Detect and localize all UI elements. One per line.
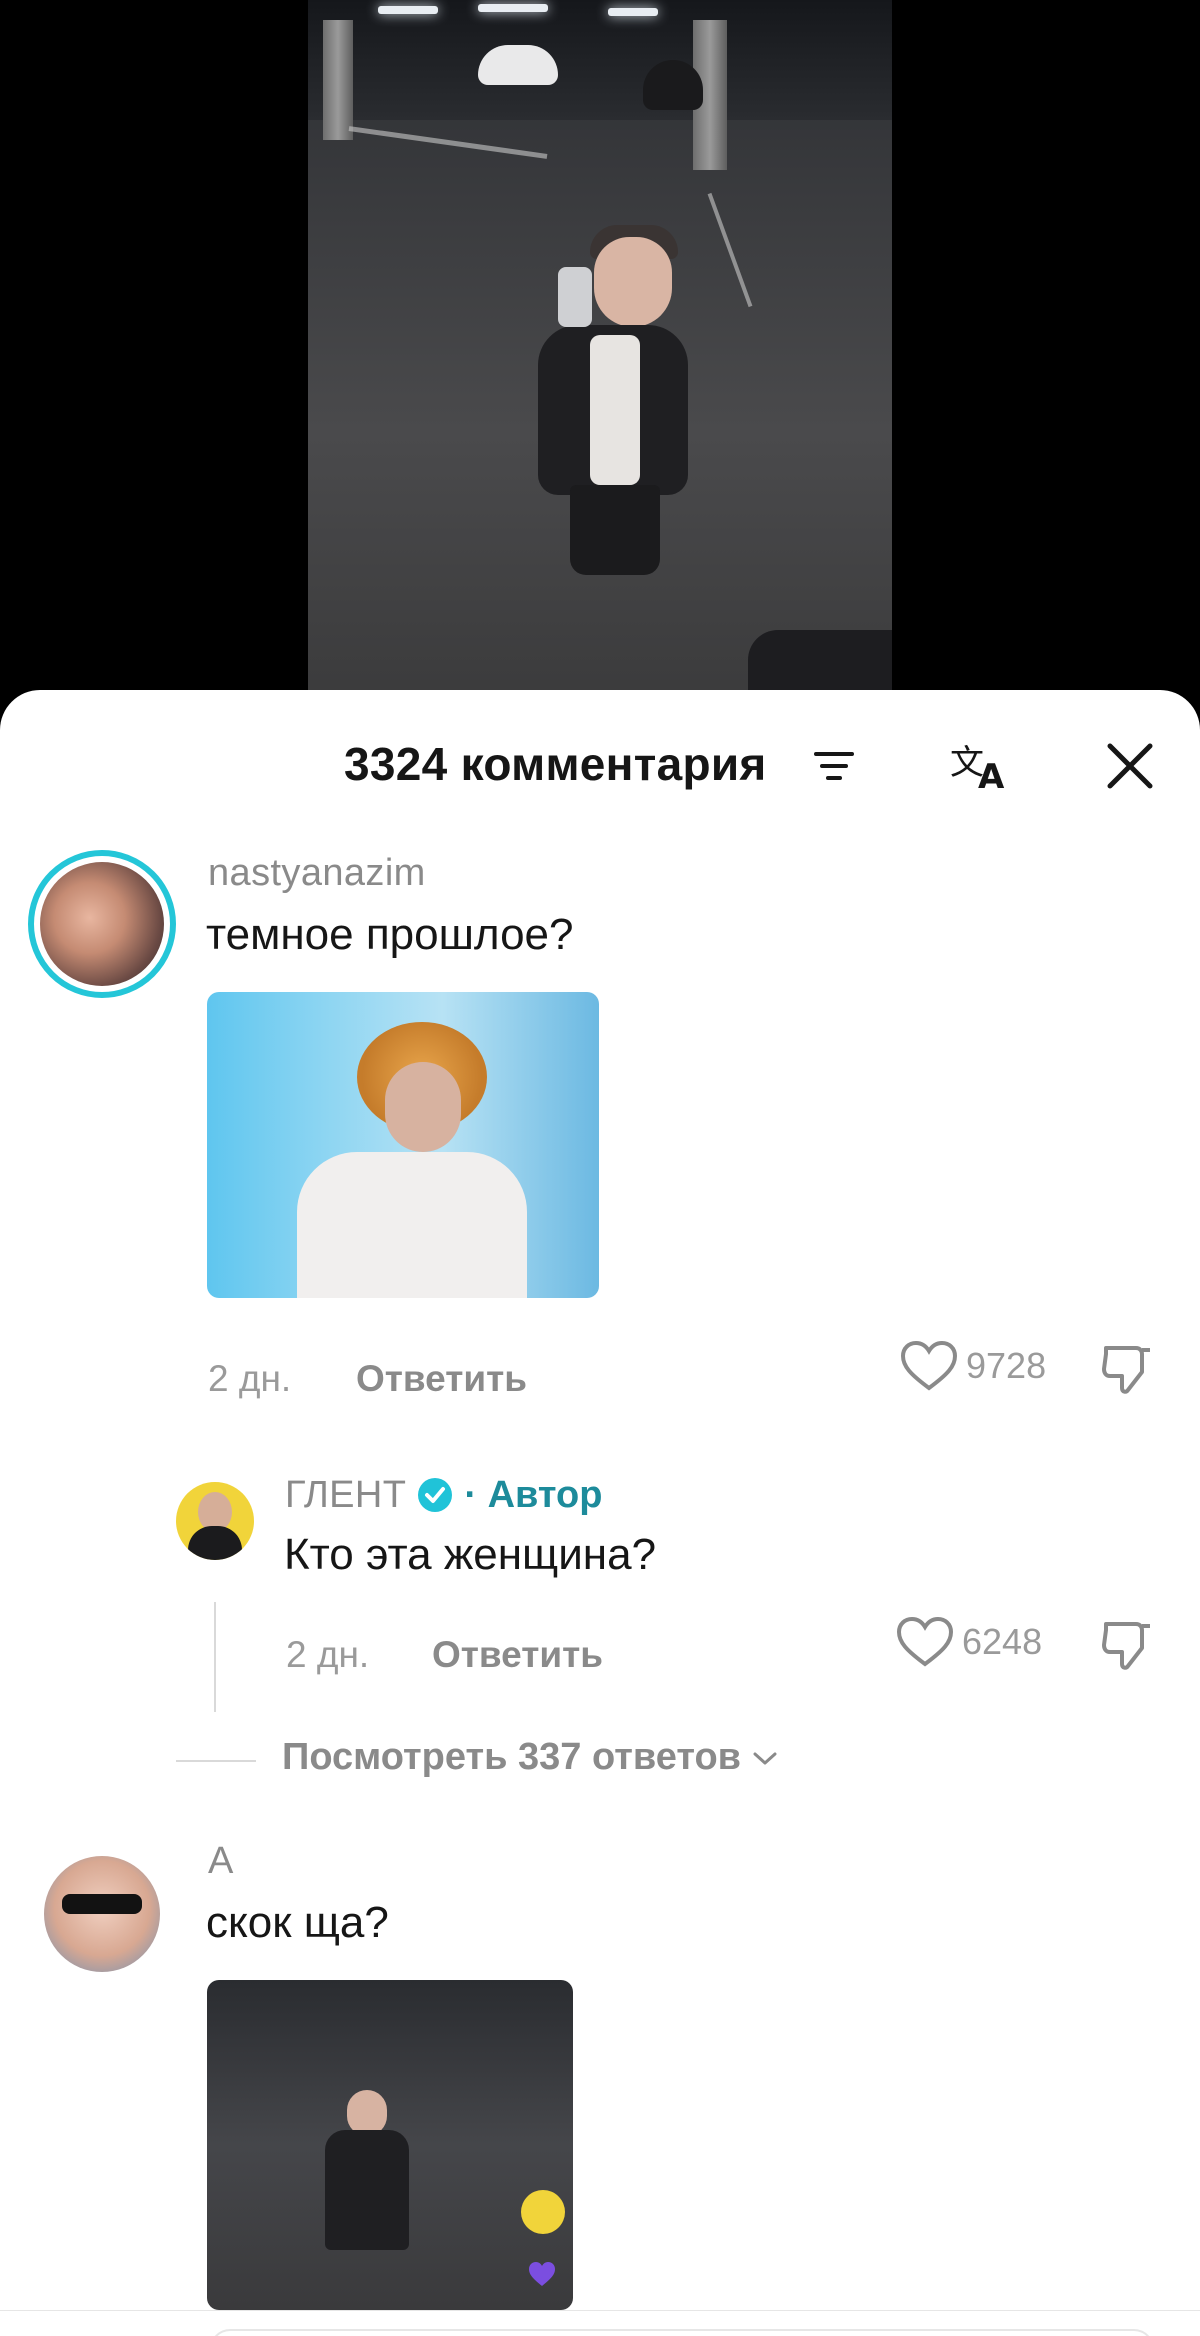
- ceiling-light: [608, 8, 658, 16]
- comment-video-thumbnail[interactable]: [207, 1980, 573, 2310]
- author-badge: · Автор: [464, 1473, 603, 1516]
- avatar[interactable]: [44, 1856, 160, 1972]
- comment-username[interactable]: nastyanazim: [208, 852, 426, 895]
- thread-line: [214, 1602, 216, 1712]
- reply-header: ГЛЕНТ · Автор: [285, 1470, 602, 1520]
- divider: [176, 1760, 256, 1762]
- avatar: [40, 862, 164, 986]
- heart-icon: [896, 1616, 954, 1667]
- bottom-bar: [0, 2310, 1200, 2336]
- parked-car: [478, 45, 558, 85]
- comment-time: 2 дн.: [208, 1358, 292, 1399]
- view-replies-button[interactable]: Посмотреть 337 ответов: [282, 1736, 779, 1779]
- comment-time: 2 дн.: [286, 1634, 370, 1675]
- heart-icon: [900, 1340, 958, 1391]
- like-count: 6248: [962, 1621, 1043, 1662]
- dislike-icon[interactable]: [1098, 1618, 1154, 1674]
- comment-image[interactable]: [207, 992, 599, 1298]
- chevron-down-icon: [753, 1752, 777, 1764]
- comment-text: Кто эта женщина?: [284, 1530, 657, 1579]
- comments-count-title: 3324 комментария: [344, 738, 767, 790]
- comment-text: темное прошлое?: [206, 910, 574, 959]
- dislike-icon[interactable]: [1098, 1342, 1154, 1398]
- comments-sheet: 3324 комментария 文 A nastyanazim темное …: [0, 690, 1200, 2336]
- heart-icon: [529, 2262, 555, 2286]
- comments-header: 3324 комментария 文 A: [0, 690, 1200, 834]
- garage-ceiling: [308, 0, 892, 120]
- ceiling-light: [478, 4, 548, 12]
- ceiling-light: [378, 6, 438, 14]
- view-replies-label: Посмотреть 337 ответов: [282, 1736, 742, 1778]
- comment-input-edge[interactable]: [210, 2329, 1154, 2336]
- reply-button[interactable]: Ответить: [432, 1634, 603, 1676]
- comment-text: скок ща?: [206, 1898, 389, 1947]
- avatar[interactable]: [176, 1482, 254, 1560]
- like-count: 9728: [966, 1345, 1047, 1386]
- like-button[interactable]: 6248: [896, 1616, 1042, 1668]
- verified-icon: [418, 1478, 453, 1512]
- sort-icon[interactable]: [812, 746, 856, 786]
- reply-button[interactable]: Ответить: [356, 1358, 527, 1400]
- comment-username[interactable]: A: [208, 1840, 234, 1883]
- garage-pillar: [323, 20, 353, 140]
- video-frame[interactable]: [308, 0, 892, 720]
- avatar-ring[interactable]: [28, 850, 176, 998]
- comment-item: nastyanazim темное прошлое?: [0, 840, 1200, 1298]
- video-person: [498, 225, 718, 585]
- svg-text:A: A: [978, 757, 1005, 794]
- comment-username[interactable]: ГЛЕНТ: [285, 1474, 406, 1517]
- video-player[interactable]: [0, 0, 1200, 720]
- floor-marking: [348, 126, 548, 159]
- close-icon[interactable]: [1100, 736, 1160, 796]
- like-button[interactable]: 9728: [900, 1340, 1046, 1392]
- translate-icon[interactable]: 文 A: [950, 738, 1012, 794]
